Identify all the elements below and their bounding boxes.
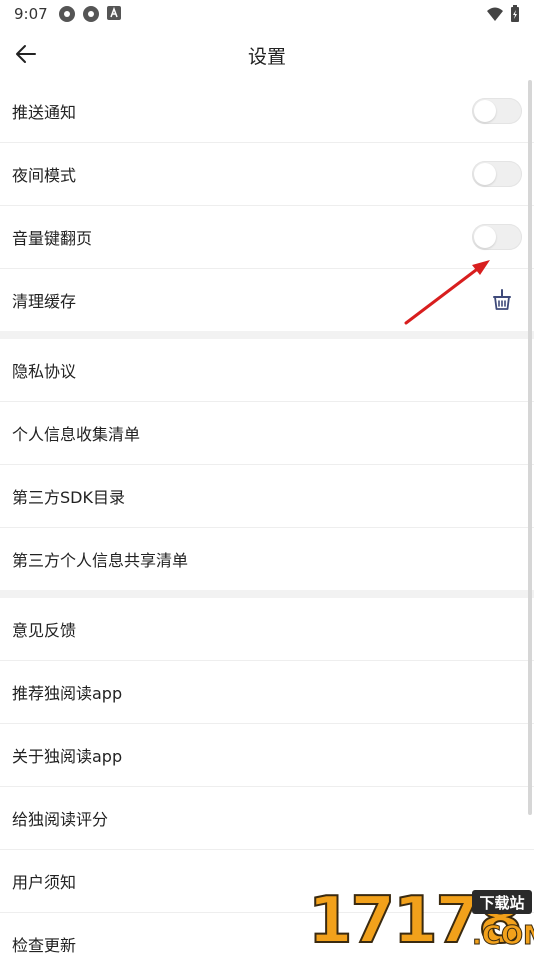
- settings-item-night-mode[interactable]: 夜间模式: [0, 143, 534, 206]
- settings-item-label: 音量键翻页: [12, 229, 93, 248]
- status-icons-left: [58, 5, 122, 23]
- watermark-badge: 下载站: [479, 894, 524, 912]
- settings-item-label: 清理缓存: [12, 292, 77, 311]
- settings-item-push-notifications[interactable]: 推送通知: [0, 80, 534, 143]
- volume-key-page-turn-toggle[interactable]: [472, 224, 522, 250]
- settings-item-label: 检查更新: [12, 936, 77, 955]
- settings-item-recommend-app[interactable]: 推荐独阅读app: [0, 661, 534, 724]
- settings-list: 推送通知 夜间模式 音量键翻页 清理缓存 隐私协议 个人信息收集清单 第三方SD…: [0, 80, 534, 975]
- settings-item-label: 个人信息收集清单: [12, 425, 141, 444]
- group-separator: [0, 590, 534, 598]
- status-time: 9:07: [14, 5, 48, 23]
- battery-icon: [511, 5, 519, 22]
- app-notification-icon: [59, 6, 75, 22]
- watermark-logo: 17178 下载站 .COM: [308, 884, 534, 950]
- toggle-knob: [474, 163, 496, 185]
- status-icons-right: [486, 5, 520, 23]
- settings-item-label: 用户须知: [12, 873, 77, 892]
- toggle-knob: [474, 226, 496, 248]
- font-notification-icon: [107, 6, 121, 20]
- annotation-arrow-icon: [404, 260, 490, 325]
- settings-item-label: 隐私协议: [12, 362, 77, 381]
- settings-item-label: 给独阅读评分: [12, 810, 109, 829]
- settings-item-label: 第三方SDK目录: [12, 488, 125, 507]
- status-bar: 9:07: [0, 0, 534, 28]
- settings-item-rate-app[interactable]: 给独阅读评分: [0, 787, 534, 850]
- wifi-icon: [487, 7, 503, 21]
- settings-item-third-party-sharing[interactable]: 第三方个人信息共享清单: [0, 528, 534, 590]
- settings-item-label: 夜间模式: [12, 166, 77, 185]
- settings-item-feedback[interactable]: 意见反馈: [0, 598, 534, 661]
- settings-item-label: 第三方个人信息共享清单: [12, 551, 189, 570]
- settings-item-label: 关于独阅读app: [12, 747, 123, 766]
- settings-item-label: 推送通知: [12, 103, 77, 122]
- app-notification-icon: [83, 6, 99, 22]
- settings-item-about-app[interactable]: 关于独阅读app: [0, 724, 534, 787]
- watermark-suffix: .COM: [472, 921, 534, 950]
- settings-item-personal-info-list[interactable]: 个人信息收集清单: [0, 402, 534, 465]
- push-notifications-toggle[interactable]: [472, 98, 522, 124]
- settings-item-label: 推荐独阅读app: [12, 684, 123, 703]
- scrollbar[interactable]: [528, 80, 532, 815]
- settings-item-privacy-policy[interactable]: 隐私协议: [0, 339, 534, 402]
- settings-item-label: 意见反馈: [12, 621, 77, 640]
- app-header: 设置: [0, 28, 534, 80]
- settings-item-third-party-sdk[interactable]: 第三方SDK目录: [0, 465, 534, 528]
- night-mode-toggle[interactable]: [472, 161, 522, 187]
- toggle-knob: [474, 100, 496, 122]
- page-title: 设置: [247, 46, 286, 68]
